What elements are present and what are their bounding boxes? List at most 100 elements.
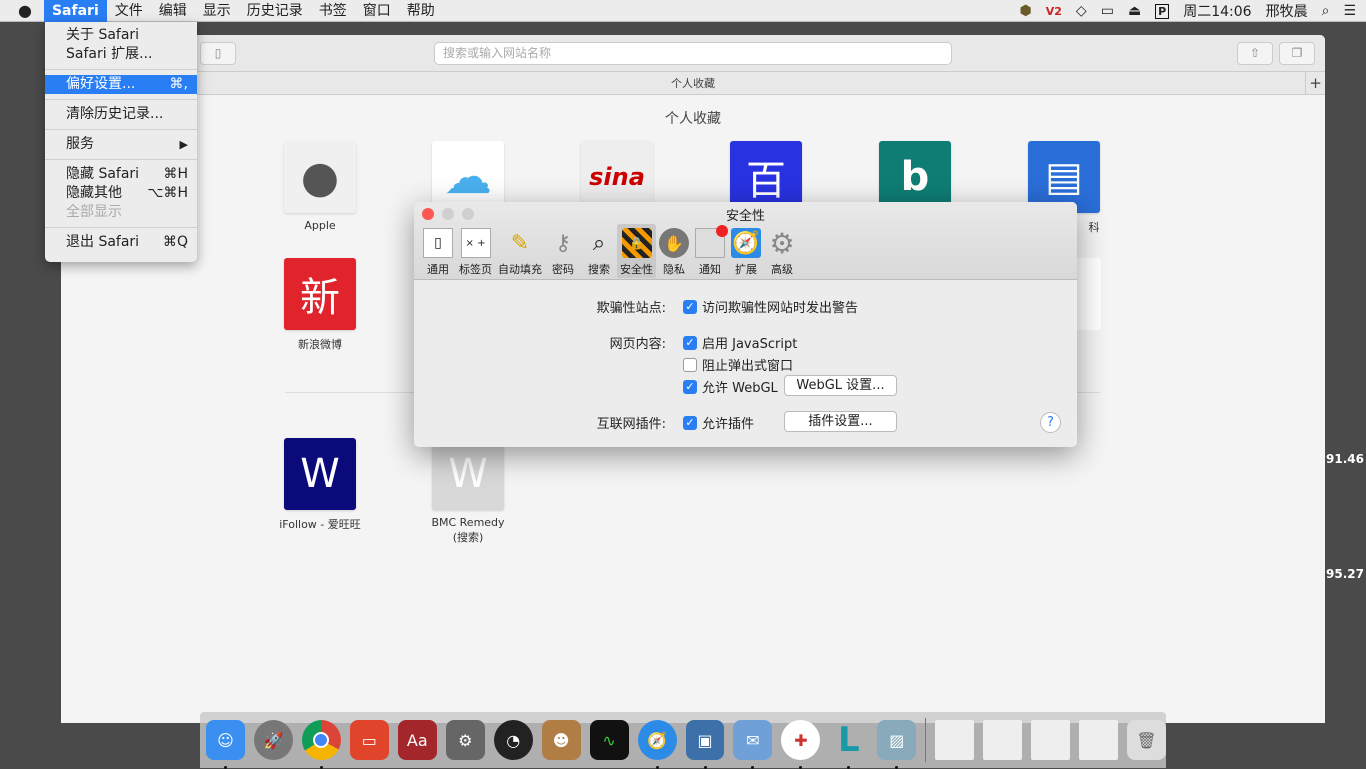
dock-mail[interactable]: ✉ — [733, 720, 773, 769]
tab-autofill[interactable]: ✎ 自动填充 — [495, 224, 545, 278]
dock-preview[interactable]: ▨ — [877, 720, 917, 769]
menu-item-preferences[interactable]: 偏好设置... ⌘, — [45, 75, 197, 94]
user-name[interactable]: 邢牧晨 — [1266, 1, 1308, 21]
dock-minimized-window[interactable] — [935, 720, 975, 760]
tab-passwords[interactable]: ⚷ 密码 — [545, 224, 581, 278]
webgl-checkbox[interactable]: ✓ 允许 WebGL — [683, 377, 778, 396]
tab-advanced[interactable]: ⚙ 高级 — [764, 224, 800, 278]
eject-icon[interactable]: ⏏ — [1128, 3, 1141, 19]
checkbox-unchecked-icon — [683, 357, 697, 372]
favorite-bmc-remedy[interactable]: W BMC Remedy (搜索) — [413, 438, 523, 545]
browser-toolbar: ▯ 搜索或输入网站名称 ⇧ ❐ — [61, 35, 1325, 72]
plugins-checkbox[interactable]: ✓ 允许插件 — [683, 413, 754, 432]
separator — [45, 227, 197, 228]
menu-bookmarks[interactable]: 书签 — [311, 0, 355, 22]
dock-lync[interactable]: L — [829, 720, 868, 769]
clock[interactable]: 周二14:06 — [1183, 1, 1251, 21]
block-popups-checkbox[interactable]: 阻止弹出式窗口 — [683, 355, 793, 374]
tab-general[interactable]: ▯ 通用 — [420, 224, 456, 278]
favorite-ifollow[interactable]: WiFollow - 爱旺旺 — [265, 438, 375, 532]
fraud-warning-checkbox[interactable]: ✓ 访问欺骗性网站时发出警告 — [683, 297, 858, 316]
dock-remote-desktop[interactable]: ▭ — [349, 720, 389, 760]
magnifier-icon: ⌕ — [592, 230, 606, 256]
notification-icon — [695, 225, 728, 258]
menu-item-hide[interactable]: 隐藏 Safari ⌘H — [45, 165, 197, 184]
menu-item-quit[interactable]: 退出 Safari ⌘Q — [45, 233, 197, 252]
wifi-icon[interactable]: ◇ — [1076, 3, 1087, 19]
w-logo-icon: W — [284, 438, 356, 510]
tab-security[interactable]: 🔒 安全性 — [617, 224, 656, 278]
dock-activity-monitor[interactable]: ∿ — [589, 720, 629, 760]
javascript-checkbox[interactable]: ✓ 启用 JavaScript — [683, 333, 797, 352]
tabs-icon: × + — [460, 228, 491, 258]
dock-trash[interactable]: 🗑 — [1127, 720, 1167, 760]
tab-search[interactable]: ⌕ 搜索 — [581, 224, 617, 278]
separator — [45, 159, 197, 160]
menu-item-extensions[interactable]: Safari 扩展... — [45, 45, 197, 64]
lock-icon: 🔒 — [621, 228, 652, 258]
page-title: 个人收藏 — [665, 111, 721, 127]
share-button[interactable]: ⇧ — [1237, 42, 1273, 65]
dock-minimized-window[interactable] — [1079, 720, 1119, 760]
vpn-icon[interactable]: V2 — [1046, 5, 1062, 18]
menu-safari[interactable]: Safari — [43, 0, 107, 22]
plugins-label: 互联网插件: — [596, 417, 666, 432]
dock-contacts[interactable]: ☻ — [541, 720, 581, 760]
apple-menu-icon[interactable]: ● — [0, 0, 44, 22]
dock-dictionary[interactable]: Aa — [397, 720, 437, 760]
preferences-toolbar: 安全性 ▯ 通用 × + 标签页 ✎ 自动填充 ⚷ 密码 ⌕ 搜索 🔒 安全性 ✋ 隐私 通知… — [414, 202, 1077, 280]
switch-icon: ▯ — [423, 228, 453, 258]
help-button[interactable]: ? — [1040, 412, 1061, 433]
tab-favorites[interactable]: 个人收藏 — [671, 77, 715, 90]
fraud-label: 欺骗性站点: — [596, 301, 666, 316]
dock-minimized-window[interactable] — [983, 720, 1023, 760]
tab-notifications[interactable]: 通知 — [692, 224, 728, 278]
menu-item-clear-history[interactable]: 清除历史记录... — [45, 105, 197, 124]
w-logo-icon: W — [432, 438, 504, 510]
dialog-title: 安全性 — [725, 209, 765, 224]
tab-tabs[interactable]: × + 标签页 — [456, 224, 495, 278]
favorite-apple[interactable]: ● Apple — [265, 141, 375, 232]
dock: ☺ 🚀 ▭ Aa ⚙ ◔ ☻ ∿ 🧭 ▣ ✉ ✚ L ▨ 🗑 — [200, 712, 1167, 769]
plugin-settings-button[interactable]: 插件设置... — [784, 411, 897, 432]
submenu-arrow-icon: ▶ — [179, 138, 188, 151]
status-app-icon[interactable]: ⬢ — [1020, 3, 1032, 19]
address-bar[interactable]: 搜索或输入网站名称 — [434, 42, 952, 65]
dock-minimized-window[interactable] — [1031, 720, 1071, 760]
tab-extensions[interactable]: 🧭 扩展 — [728, 224, 764, 278]
menu-file[interactable]: 文件 — [107, 0, 151, 22]
menu-history[interactable]: 历史记录 — [239, 0, 311, 22]
preferences-dialog: 安全性 ▯ 通用 × + 标签页 ✎ 自动填充 ⚷ 密码 ⌕ 搜索 🔒 安全性 ✋ 隐私 通知… — [414, 202, 1077, 447]
checkbox-checked-icon: ✓ — [683, 299, 697, 314]
checkbox-checked-icon: ✓ — [683, 335, 697, 350]
checkbox-checked-icon: ✓ — [683, 379, 697, 394]
dock-dashboard[interactable]: ◔ — [493, 720, 533, 760]
airplay-icon[interactable]: ▭ — [1101, 3, 1114, 19]
spotlight-icon[interactable]: ⌕ — [1322, 3, 1330, 19]
dock-safari[interactable]: 🧭 — [637, 720, 677, 769]
tab-privacy[interactable]: ✋ 隐私 — [656, 224, 692, 278]
dock-crossover[interactable]: ✚ — [781, 720, 821, 769]
menu-window[interactable]: 窗口 — [355, 0, 399, 22]
sidebar-toggle-button[interactable]: ▯ — [200, 42, 236, 65]
pencil-icon: ✎ — [510, 230, 530, 256]
dock-finder[interactable]: ☺ — [206, 720, 245, 769]
background-text: 95.27 — [1326, 567, 1364, 581]
dock-chrome[interactable] — [301, 720, 341, 769]
input-method-icon[interactable]: P — [1155, 3, 1170, 19]
menu-item-hide-others[interactable]: 隐藏其他 ⌥⌘H — [45, 184, 197, 203]
favorite-weibo[interactable]: 新新浪微博 — [265, 258, 375, 352]
new-tab-button[interactable]: + — [1305, 72, 1325, 95]
menu-help[interactable]: 帮助 — [399, 0, 443, 22]
menu-view[interactable]: 显示 — [195, 0, 239, 22]
dock-launchpad[interactable]: 🚀 — [253, 720, 293, 760]
menu-edit[interactable]: 编辑 — [151, 0, 195, 22]
notification-center-icon[interactable]: ☰ — [1343, 3, 1356, 19]
dock-separator — [925, 718, 927, 762]
dock-virtualbox[interactable]: ▣ — [685, 720, 725, 769]
dock-system-preferences[interactable]: ⚙ — [445, 720, 485, 760]
webgl-settings-button[interactable]: WebGL 设置... — [784, 375, 897, 396]
tabs-overview-button[interactable]: ❐ — [1279, 42, 1315, 65]
menu-item-services[interactable]: 服务 ▶ — [45, 135, 197, 154]
menu-item-about[interactable]: 关于 Safari — [45, 26, 197, 45]
